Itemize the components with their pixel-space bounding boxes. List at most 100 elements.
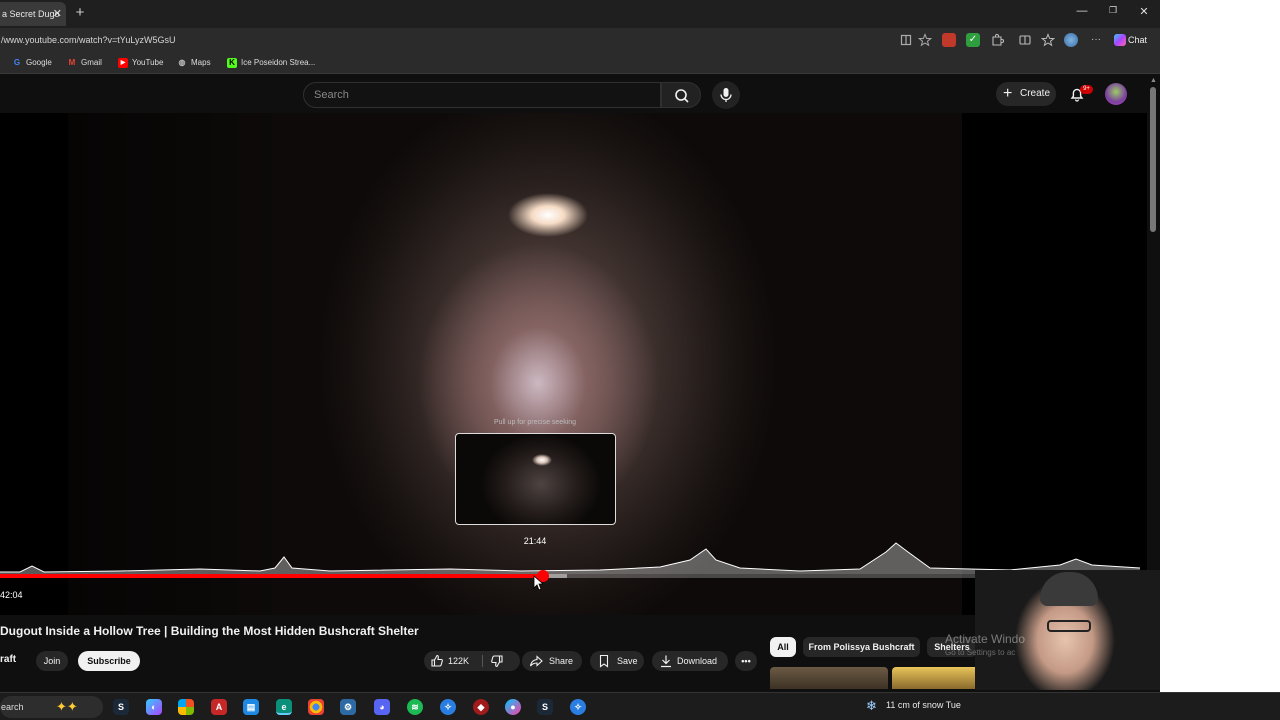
sparkle-icon: ✦✦ (56, 699, 78, 714)
battlenet-app-icon[interactable]: ✧ (570, 699, 586, 715)
scrollbar-thumb[interactable] (1150, 87, 1156, 232)
webcam-person-glasses (1047, 620, 1091, 632)
globe-icon: ◍ (178, 58, 186, 67)
minimize-button[interactable]: — (1072, 5, 1092, 17)
chip-all[interactable]: All (770, 637, 796, 657)
split-screen-icon[interactable] (1018, 33, 1032, 47)
app-icon[interactable]: ⚙ (340, 699, 356, 715)
download-button[interactable]: Download (652, 651, 728, 671)
like-count: 122K (448, 656, 470, 666)
address-bar[interactable]: /www.youtube.com/watch?v=tYuLyzW5GsU (0, 31, 900, 49)
youtube-icon: ▶ (118, 58, 128, 68)
taskbar-search-label: earch (1, 702, 24, 712)
scroll-up-arrow-icon[interactable]: ▲ (1150, 77, 1157, 84)
microphone-icon (720, 88, 732, 102)
chrome-icon[interactable] (308, 699, 324, 715)
plus-icon: + (1003, 85, 1013, 102)
bookmark-label: YouTube (132, 58, 164, 67)
recommended-video-thumbnail[interactable] (770, 667, 888, 689)
copilot-icon (1114, 34, 1126, 46)
more-menu-icon[interactable]: ··· (1089, 33, 1103, 47)
create-label: Create (1020, 88, 1051, 99)
profile-avatar[interactable] (1064, 33, 1078, 47)
like-button[interactable] (430, 654, 444, 668)
snowflake-icon: ❄ (866, 698, 877, 713)
pdf-reader-icon[interactable]: A (211, 699, 227, 715)
channel-name[interactable]: raft (0, 654, 16, 665)
desktop-background (1160, 0, 1280, 720)
bookmark-google[interactable]: G Google (12, 56, 52, 70)
bookmark-gmail[interactable]: M Gmail (67, 56, 102, 70)
checkmark-extension-icon[interactable]: ✓ (966, 33, 980, 47)
join-button[interactable]: Join (36, 651, 68, 671)
account-avatar[interactable] (1105, 83, 1127, 105)
file-explorer-icon[interactable]: ▤ (243, 699, 259, 715)
favorites-icon[interactable] (1041, 33, 1055, 47)
search-icon (675, 89, 689, 103)
weather-widget[interactable]: ❄ 11 cm of snow Tue (866, 698, 961, 713)
dislike-button[interactable] (490, 654, 504, 668)
voice-search-button[interactable] (712, 81, 740, 109)
bookmark-ice-poseidon[interactable]: K Ice Poseidon Strea... (227, 56, 315, 70)
download-label: Download (677, 656, 718, 666)
progress-bar-played (0, 574, 543, 578)
discord-icon[interactable]: ◕ (374, 699, 390, 715)
steam-icon[interactable]: S (113, 699, 129, 715)
tab-youtube-video[interactable]: a Secret Dugo ✕ (0, 2, 66, 26)
share-label: Share (549, 656, 574, 666)
activate-windows-subtitle: Go to Settings to ac (945, 648, 1016, 657)
reader-mode-icon[interactable] (899, 33, 913, 47)
firefox-icon[interactable]: ● (505, 699, 521, 715)
weather-text: 11 cm of snow Tue (886, 700, 961, 710)
microsoft-store-icon[interactable] (178, 699, 194, 715)
video-player[interactable]: Pull up for precise seeking 21:44 42:04 (0, 113, 1147, 615)
search-input[interactable]: Search (303, 82, 661, 108)
bookmark-label: Maps (191, 58, 211, 67)
favorite-star-icon[interactable] (918, 33, 932, 47)
mouse-cursor-icon (533, 575, 543, 591)
current-time: 42:04 (0, 590, 23, 600)
notification-badge: 9+ (1080, 85, 1093, 94)
puzzle-extensions-icon[interactable] (990, 33, 1004, 47)
chip-from-polissya-bushcraft[interactable]: From Polissya Bushcraft (803, 637, 920, 657)
copilot-chat-button[interactable]: Chat (1110, 31, 1156, 49)
save-button[interactable]: Save (590, 651, 644, 671)
video-title: Dugout Inside a Hollow Tree | Building t… (0, 624, 419, 638)
gmail-icon: M (68, 58, 76, 67)
taskbar-search[interactable]: earch ✦✦ (0, 696, 103, 718)
windows-taskbar: earch ✦✦ S ◐ A ▤ e ⚙ ◕ ≋ ✧ ◆ ● S ✧ ❄ 11 … (0, 692, 1280, 720)
bookmark-label: Gmail (81, 58, 102, 67)
create-button[interactable]: + Create (996, 82, 1056, 106)
seek-preview-thumbnail (455, 433, 616, 525)
more-actions-button[interactable]: ••• (735, 651, 757, 671)
kick-icon: K (227, 58, 237, 68)
bookmark-maps[interactable]: ◍ Maps (177, 56, 211, 70)
edge-browser-icon[interactable]: e (276, 699, 292, 715)
game-launcher-icon[interactable]: ◆ (473, 699, 489, 715)
thumbs-up-icon (431, 654, 443, 667)
tab-strip: a Secret Dugo ✕ + — ❐ ✕ (0, 0, 1160, 28)
like-dislike-group: 122K (424, 651, 520, 671)
divider (482, 655, 483, 667)
activate-windows-watermark: Activate Windo (945, 632, 1026, 646)
bookmark-icon (597, 654, 611, 668)
share-button[interactable]: Share (522, 651, 582, 671)
google-icon: G (13, 58, 21, 67)
subscribe-button[interactable]: Subscribe (78, 651, 140, 671)
close-icon[interactable]: ✕ (53, 2, 62, 26)
save-label: Save (617, 656, 638, 666)
bookmark-label: Google (26, 58, 52, 67)
steam-app-icon[interactable]: S (537, 699, 553, 715)
chat-label: Chat (1128, 35, 1148, 45)
extension-icon[interactable] (942, 33, 956, 47)
close-window-button[interactable]: ✕ (1134, 5, 1154, 18)
copilot-icon[interactable]: ◐ (146, 699, 162, 715)
restore-button[interactable]: ❐ (1103, 5, 1123, 16)
battlenet-icon[interactable]: ✧ (440, 699, 456, 715)
search-button[interactable] (661, 82, 701, 108)
bookmark-youtube[interactable]: ▶ YouTube (118, 56, 163, 70)
spotify-icon[interactable]: ≋ (407, 699, 423, 715)
new-tab-button[interactable]: + (72, 4, 88, 22)
tab-title: a Secret Dugo (2, 9, 60, 19)
address-bar-row: /www.youtube.com/watch?v=tYuLyzW5GsU ✓ ·… (0, 28, 1160, 52)
